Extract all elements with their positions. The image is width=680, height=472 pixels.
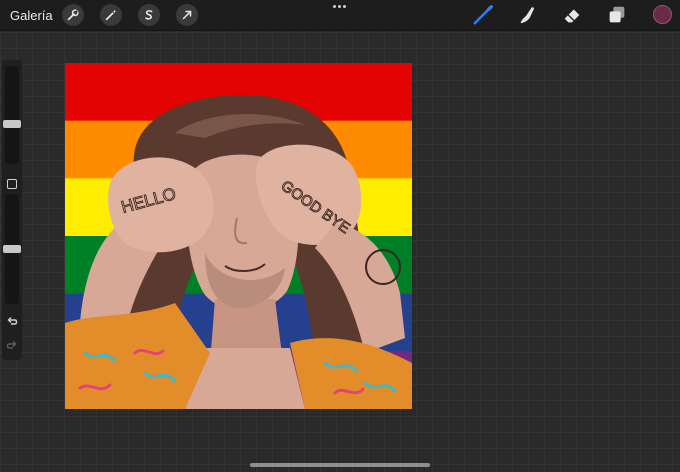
drawing-canvas[interactable]: HELLO GOOD BYE (65, 63, 412, 409)
magic-wand-icon (105, 9, 117, 21)
arrow-cursor-icon (182, 10, 192, 20)
more-options-handle[interactable] (333, 5, 347, 9)
opacity-slider[interactable] (3, 194, 21, 304)
smudge-tool[interactable] (515, 4, 539, 26)
eraser-tool[interactable] (560, 4, 584, 26)
wrench-icon (67, 9, 79, 21)
modify-square-icon[interactable] (7, 179, 17, 189)
selection-s-icon (145, 10, 153, 20)
artwork: HELLO GOOD BYE (65, 63, 412, 409)
redo-icon (6, 341, 17, 349)
smudge-finger-icon (520, 7, 534, 24)
brush-tool[interactable] (471, 4, 495, 26)
actions-button[interactable] (62, 4, 84, 26)
brush-size-thumb[interactable] (3, 120, 21, 128)
layers-icon (609, 6, 625, 23)
left-sidebar (2, 60, 22, 360)
home-indicator[interactable] (250, 463, 430, 467)
opacity-thumb[interactable] (3, 245, 21, 253)
adjustments-button[interactable] (100, 4, 122, 26)
transform-button[interactable] (176, 4, 198, 26)
eraser-icon (564, 9, 580, 23)
color-picker-button[interactable] (653, 5, 672, 24)
undo-button[interactable] (6, 314, 18, 326)
brush-icon (473, 5, 493, 25)
brush-size-slider[interactable] (3, 66, 21, 164)
redo-button[interactable] (6, 338, 18, 350)
layers-tool[interactable] (605, 4, 629, 26)
gallery-button[interactable]: Galería (10, 8, 53, 23)
top-toolbar: Galería (0, 0, 680, 31)
undo-icon (7, 317, 18, 325)
selection-button[interactable] (138, 4, 160, 26)
